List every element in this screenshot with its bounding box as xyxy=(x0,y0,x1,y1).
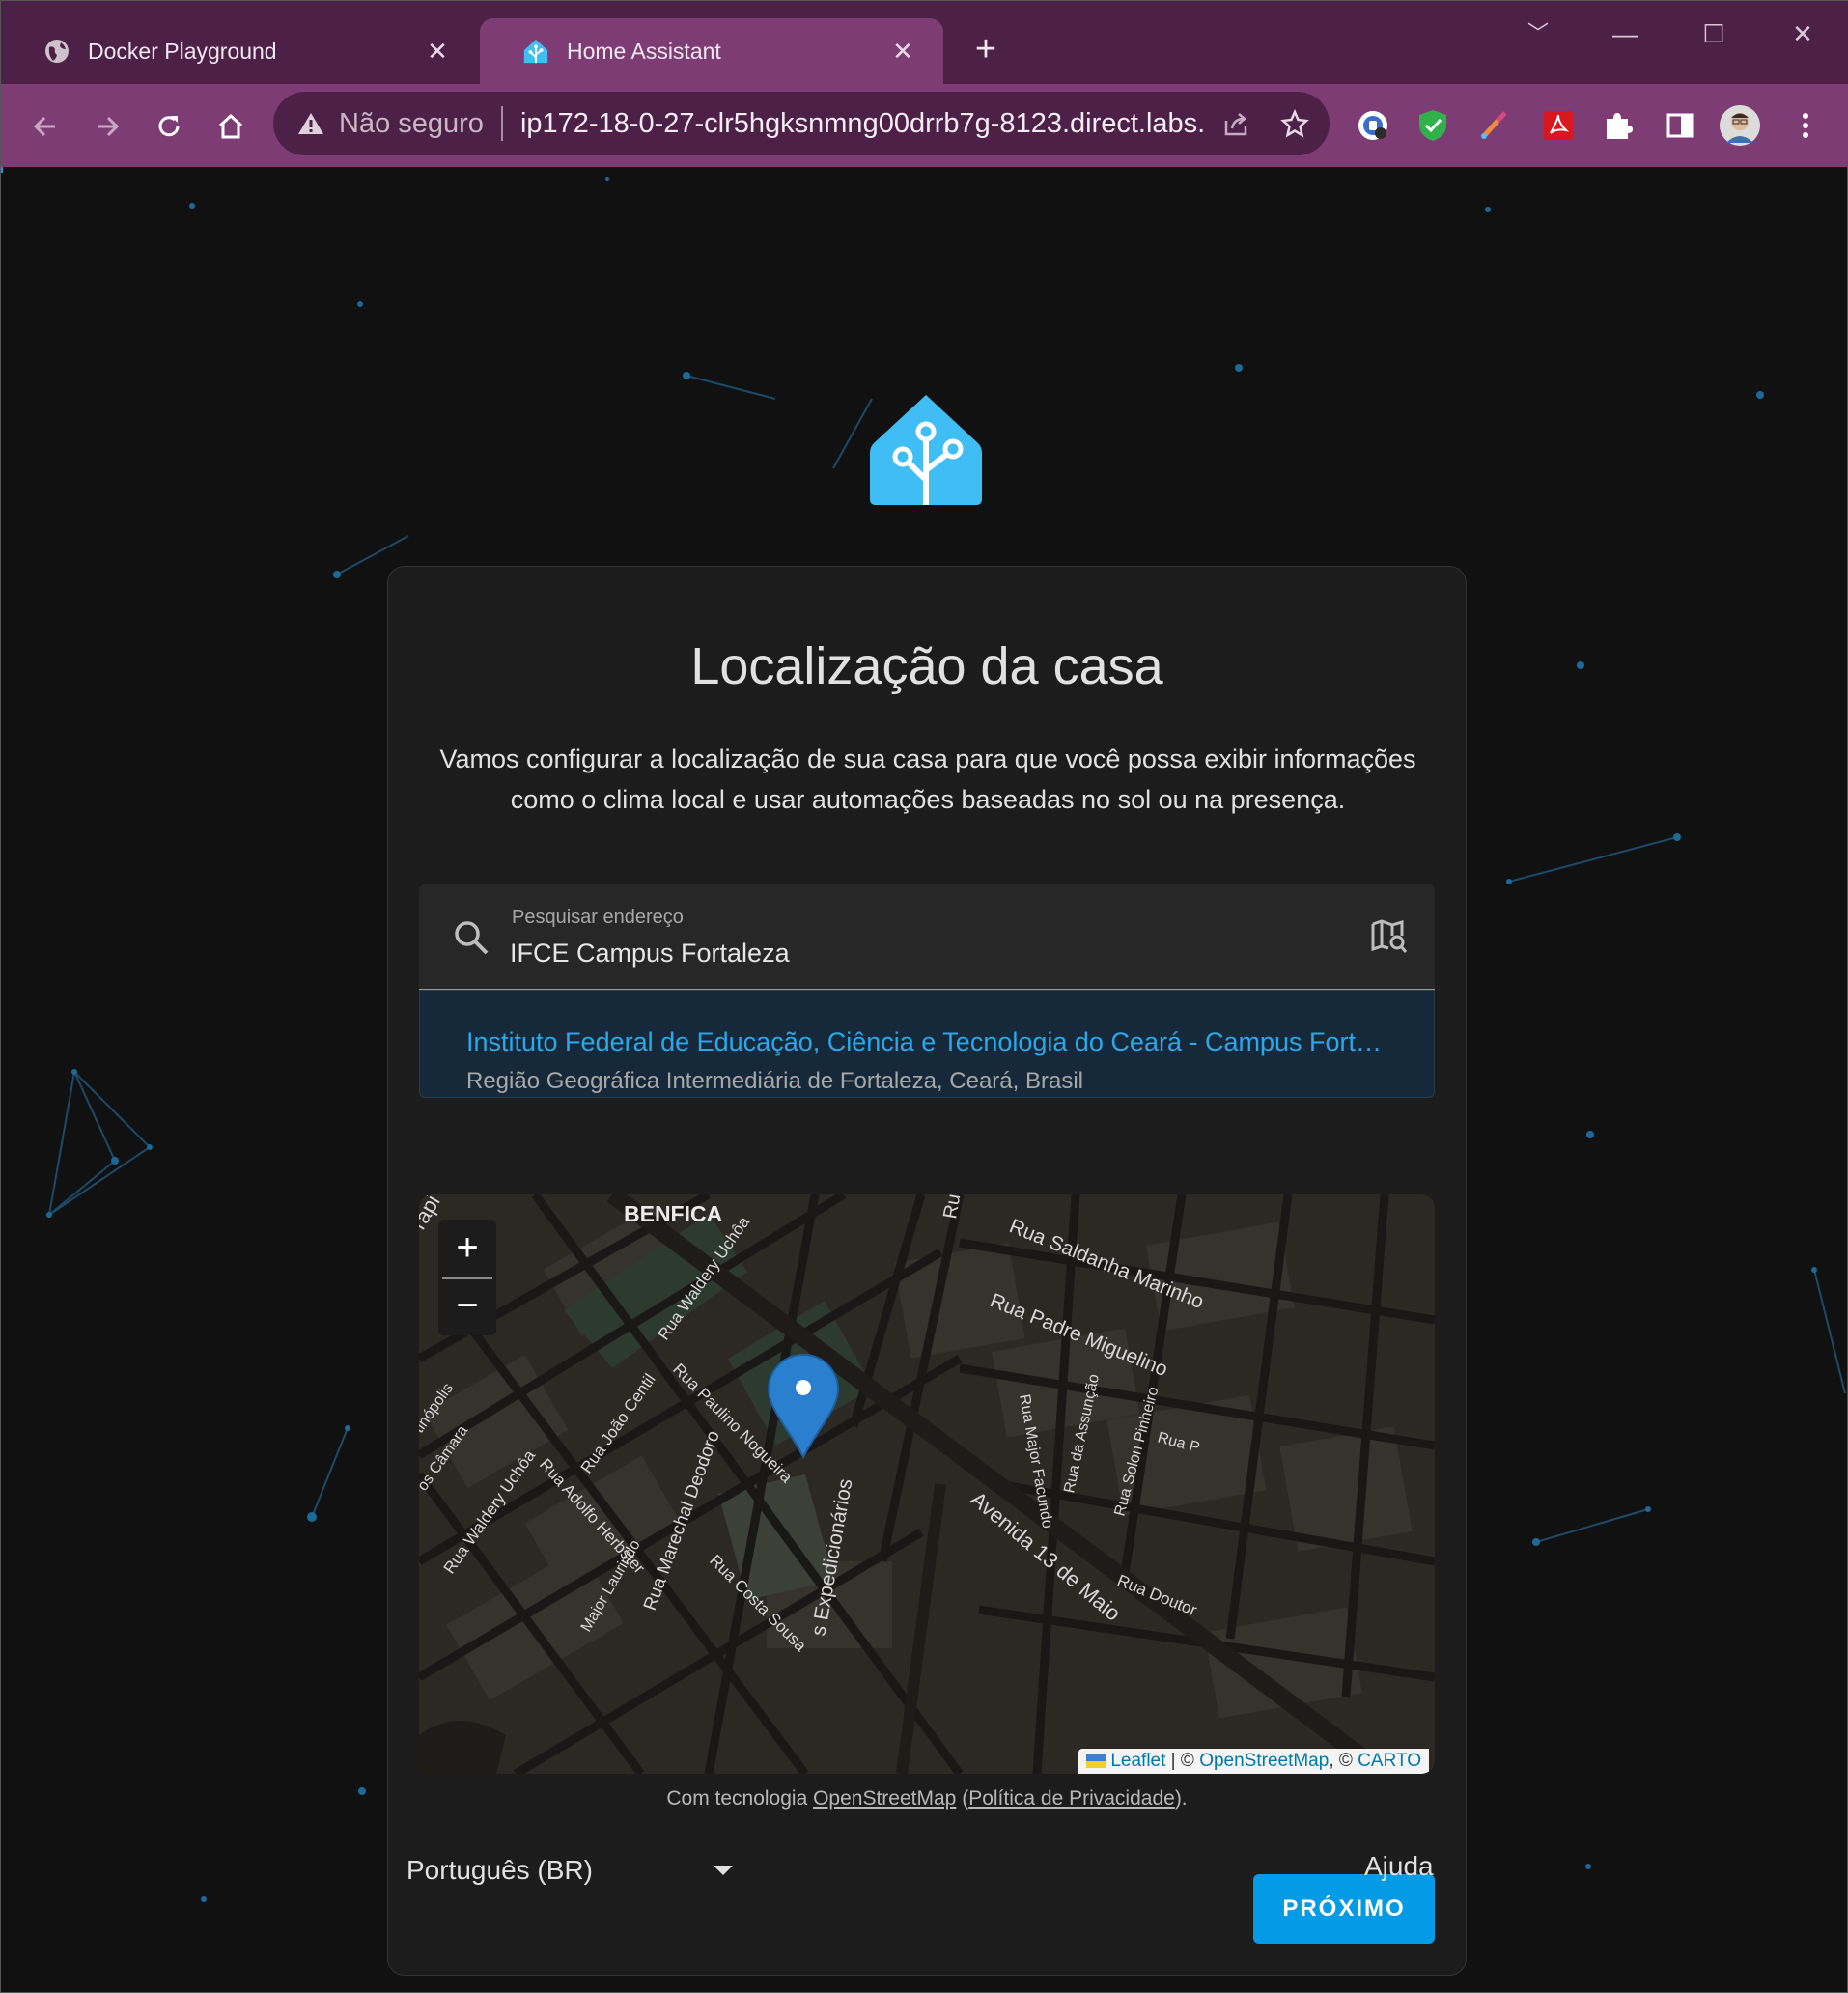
language-label: Português (BR) xyxy=(406,1855,593,1885)
tab-home-assistant[interactable]: Home Assistant ✕ xyxy=(480,18,943,84)
address-divider xyxy=(500,106,503,141)
home-assistant-icon xyxy=(522,38,549,65)
page-title: Localização da casa xyxy=(690,637,1163,695)
powered-by-prefix: Com tecnologia xyxy=(666,1787,814,1810)
pdf-icon[interactable] xyxy=(1536,103,1581,148)
maximize-icon[interactable]: ☐ xyxy=(1685,14,1743,53)
reload-icon[interactable] xyxy=(148,105,190,148)
dropdown-arrow-icon xyxy=(714,1866,733,1875)
share-icon[interactable] xyxy=(1218,104,1256,143)
browser-toolbar: Não seguro ip172-18-0-27-clr5hgksnmng00d… xyxy=(1,84,1848,167)
home-assistant-onboarding-page: Localização da casa Vamos configurar a l… xyxy=(3,167,1847,1992)
paren-close: ). xyxy=(1174,1787,1188,1810)
location-map[interactable]: BENFICA Rua Saldanha Marinho Rua Padre M… xyxy=(419,1194,1435,1774)
tab-title: Home Assistant xyxy=(567,38,721,64)
page-description: Vamos configurar a localização de sua ca… xyxy=(439,744,1416,814)
side-panel-icon[interactable] xyxy=(1658,103,1702,148)
more-menu-icon[interactable] xyxy=(1783,103,1828,148)
profile-avatar[interactable] xyxy=(1718,103,1762,148)
map-label-street: Ru xyxy=(939,1194,965,1221)
url-text[interactable]: ip172-18-0-27-clr5hgksnmng00drrb7g-8123.… xyxy=(520,108,1206,140)
onboarding-card: Localização da casa Vamos configurar a l… xyxy=(387,566,1467,1976)
shield-icon[interactable] xyxy=(1411,103,1455,148)
search-input[interactable] xyxy=(510,934,1282,972)
address-bar[interactable]: Não seguro ip172-18-0-27-clr5hgksnmng00d… xyxy=(273,92,1330,155)
powered-by-note: Com tecnologia OpenStreetMap (Política d… xyxy=(388,1787,1466,1811)
ukraine-flag-icon xyxy=(1086,1754,1106,1768)
home-icon[interactable] xyxy=(210,105,252,148)
zoom-out-button[interactable]: − xyxy=(438,1279,496,1335)
back-icon[interactable] xyxy=(24,105,67,148)
openstreetmap-link[interactable]: OpenStreetMap xyxy=(813,1787,956,1810)
minimize-icon[interactable]: — xyxy=(1596,14,1654,53)
password-manager-icon[interactable] xyxy=(1351,103,1395,148)
address-search-field[interactable]: Pesquisar endereço xyxy=(419,884,1435,990)
browser-window: Docker Playground ✕ Home Assistant ✕ + ﹀… xyxy=(0,0,1848,1993)
next-button[interactable]: PRÓXIMO xyxy=(1253,1874,1435,1944)
carto-link[interactable]: CARTO xyxy=(1358,1751,1421,1771)
tab-close-icon[interactable]: ✕ xyxy=(889,37,916,66)
language-select[interactable]: Português (BR) xyxy=(406,1841,744,1899)
forward-icon[interactable] xyxy=(86,105,128,148)
warning-icon[interactable] xyxy=(296,109,325,138)
bookmark-star-icon[interactable] xyxy=(1275,104,1314,143)
paren-open: ( xyxy=(956,1787,969,1810)
globe-icon xyxy=(43,38,70,65)
tab-search-chevron-icon[interactable]: ﹀ xyxy=(1509,14,1567,53)
extensions-puzzle-icon[interactable] xyxy=(1596,103,1640,148)
result-title[interactable]: Instituto Federal de Educação, Ciência e… xyxy=(466,1027,1393,1057)
zoom-in-button[interactable]: + xyxy=(438,1220,496,1277)
osm-attribution-link[interactable]: OpenStreetMap xyxy=(1199,1751,1329,1771)
tab-docker-playground[interactable]: Docker Playground ✕ xyxy=(1,18,478,84)
attribution-separator: | © xyxy=(1165,1751,1200,1771)
attribution-comma: , © xyxy=(1329,1751,1358,1771)
tab-title: Docker Playground xyxy=(88,38,277,64)
leaflet-link[interactable]: Leaflet xyxy=(1110,1751,1165,1771)
result-subtitle: Região Geográfica Intermediária de Forta… xyxy=(466,1068,1083,1094)
home-assistant-logo xyxy=(870,395,982,505)
window-close-icon[interactable]: ✕ xyxy=(1774,14,1832,53)
map-zoom-control: + − xyxy=(438,1220,496,1335)
search-result-item[interactable]: Instituto Federal de Educação, Ciência e… xyxy=(419,990,1435,1098)
new-tab-button[interactable]: + xyxy=(966,30,1005,69)
security-label[interactable]: Não seguro xyxy=(339,108,484,140)
tab-strip: Docker Playground ✕ Home Assistant ✕ + ﹀… xyxy=(1,1,1848,84)
privacy-policy-link[interactable]: Política de Privacidade xyxy=(968,1787,1175,1810)
help-link[interactable]: Ajuda xyxy=(1364,1851,1434,1882)
map-search-icon[interactable] xyxy=(1369,916,1408,955)
search-label: Pesquisar endereço xyxy=(512,907,684,928)
color-picker-icon[interactable] xyxy=(1472,103,1517,148)
map-label-benfica: BENFICA xyxy=(624,1201,722,1226)
map-tiles[interactable]: BENFICA Rua Saldanha Marinho Rua Padre M… xyxy=(419,1194,1435,1774)
tab-close-icon[interactable]: ✕ xyxy=(424,37,451,66)
search-icon xyxy=(455,921,489,955)
map-attribution: Leaflet | © OpenStreetMap, © CARTO xyxy=(1078,1749,1429,1774)
